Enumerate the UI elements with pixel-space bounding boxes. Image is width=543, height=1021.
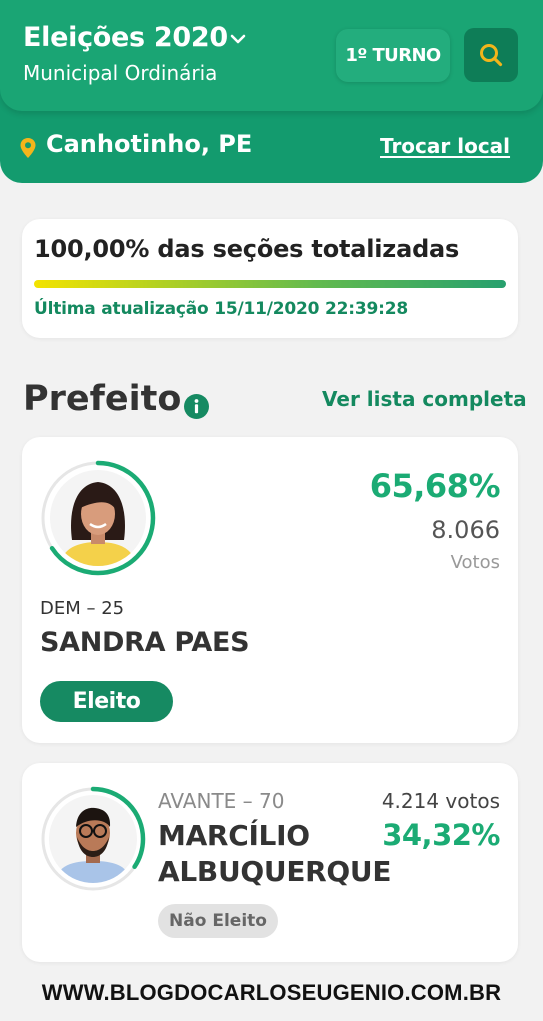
- vote-count: 4.214 votos: [381, 789, 500, 813]
- map-pin-icon: [20, 138, 36, 158]
- info-icon[interactable]: [184, 394, 209, 419]
- vote-percentage: 65,68%: [369, 467, 501, 505]
- status-badge: Eleito: [40, 681, 173, 722]
- status-badge: Não Eleito: [158, 904, 278, 938]
- election-title[interactable]: Eleições 2020: [23, 22, 228, 53]
- totalization-progress-bar: [34, 280, 506, 288]
- header-election-bar: Eleições 2020 Municipal Ordinária 1º TUR…: [0, 0, 543, 111]
- candidate-photo: [50, 470, 146, 566]
- candidate-card[interactable]: 65,68% 8.066 Votos DEM – 25 SANDRA PAES …: [22, 437, 518, 743]
- chevron-down-icon[interactable]: [228, 29, 248, 49]
- election-subtitle: Municipal Ordinária: [23, 61, 218, 85]
- watermark-text: WWW.BLOGDOCARLOSEUGENIO.COM.BR: [41, 980, 502, 1005]
- search-button[interactable]: [464, 28, 518, 82]
- search-icon: [480, 44, 503, 67]
- location-name: Canhotinho, PE: [46, 130, 253, 158]
- header-location-bar: Eleições 2020 Municipal Ordinária 1º TUR…: [0, 0, 543, 183]
- last-update-text: Última atualização 15/11/2020 22:39:28: [34, 299, 408, 319]
- vote-percentage: 34,32%: [382, 818, 500, 852]
- vote-count: 8.066: [431, 516, 500, 544]
- totalization-title: 100,00% das seções totalizadas: [34, 235, 460, 263]
- view-full-list-link[interactable]: Ver lista completa: [322, 387, 527, 411]
- change-location-link[interactable]: Trocar local: [380, 134, 510, 158]
- section-title: Prefeito: [23, 379, 182, 419]
- candidate-name: SANDRA PAES: [40, 627, 250, 658]
- candidate-card[interactable]: AVANTE – 70 4.214 votos MARCÍLIO ALBUQUE…: [22, 763, 518, 962]
- turno-button[interactable]: 1º TURNO: [336, 29, 450, 82]
- candidate-party: DEM – 25: [40, 598, 125, 619]
- candidate-photo: [49, 795, 137, 883]
- totalization-card: 100,00% das seções totalizadas Última at…: [22, 219, 518, 338]
- candidate-name: MARCÍLIO ALBUQUERQUE: [158, 819, 392, 888]
- vote-count-label: Votos: [450, 552, 500, 573]
- candidate-party: AVANTE – 70: [158, 789, 285, 813]
